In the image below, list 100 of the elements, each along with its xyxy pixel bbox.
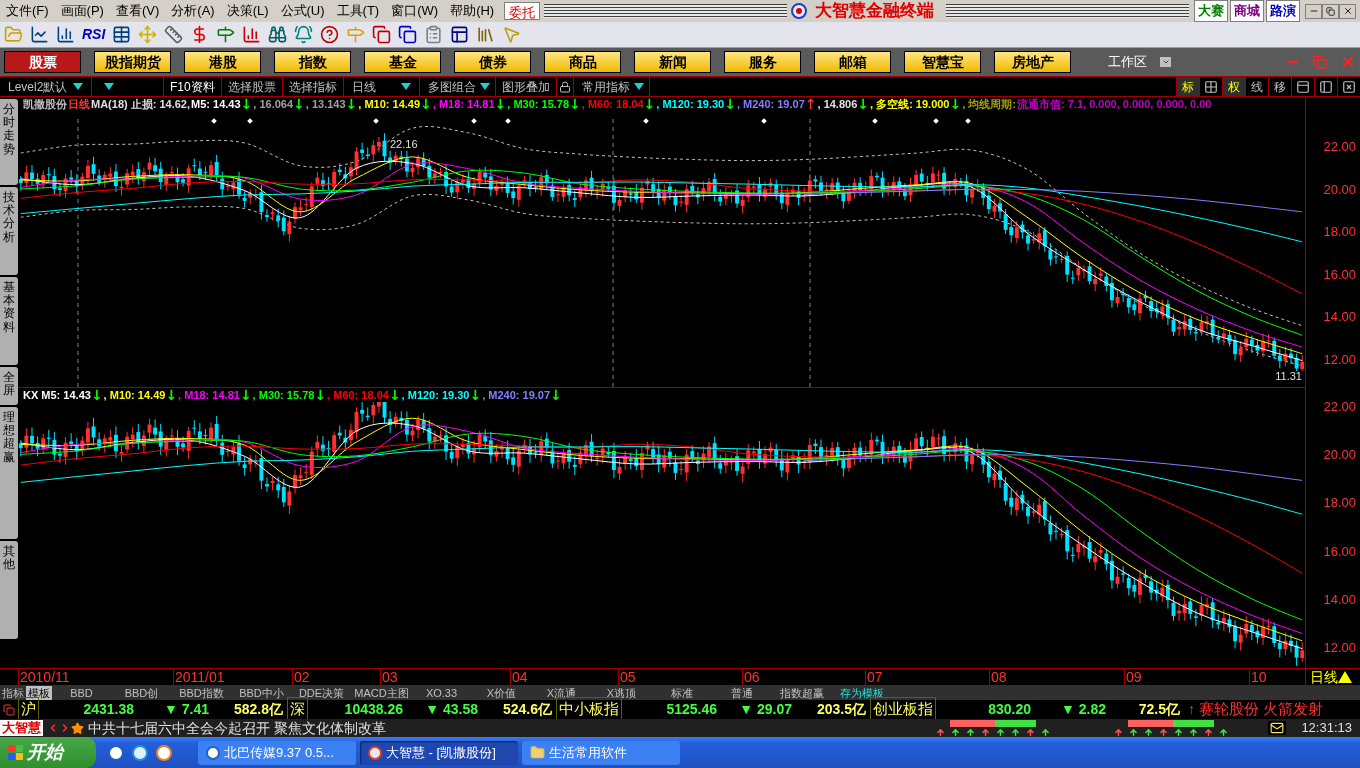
trend-arrows-icon — [936, 727, 1050, 737]
menu-item[interactable]: 分析(A) — [165, 1, 221, 21]
layout-icon[interactable] — [450, 25, 470, 44]
trend-arrow: ↓ — [494, 97, 507, 111]
trend-arrow: ↓ — [569, 97, 581, 111]
menu-item[interactable]: 文件(F) — [0, 1, 55, 21]
copy-icon[interactable] — [398, 25, 418, 44]
legend-item: , M60: 18.04 — [581, 98, 644, 110]
price-tick-label: 20.00 — [1323, 182, 1356, 196]
close-button[interactable] — [1339, 3, 1356, 19]
trend-arrow: ↓ — [239, 388, 252, 402]
copy-icon[interactable] — [372, 25, 392, 44]
title-link[interactable]: 路演 — [1266, 0, 1300, 22]
nav-tab[interactable]: 服务 — [724, 51, 801, 73]
title-link[interactable]: 大赛 — [1194, 0, 1228, 22]
question-icon[interactable] — [320, 25, 340, 44]
dropdown-triangle-icon[interactable] — [73, 83, 83, 90]
title-link[interactable]: 商城 — [1230, 0, 1264, 22]
bar-chart-icon[interactable] — [56, 25, 75, 44]
nav-tab[interactable]: 房地产 — [994, 51, 1071, 73]
side-tab[interactable]: 理想超赢 — [0, 407, 18, 539]
nav-tab[interactable]: 基金 — [364, 51, 441, 73]
menu-item[interactable]: 窗口(W) — [385, 1, 445, 21]
side-tab[interactable]: 全屏 — [0, 367, 18, 405]
dropdown[interactable]: Level2默认 — [0, 77, 92, 96]
binoculars-icon[interactable] — [268, 25, 288, 44]
clock-text: 12:31:13 — [1300, 719, 1353, 738]
line-chart-icon[interactable] — [30, 25, 49, 44]
price-tick-label: 22.00 — [1323, 400, 1356, 413]
legend-item: , M120: 19.30 — [656, 98, 725, 110]
chart-option-button[interactable]: 权 — [1222, 77, 1245, 96]
minimize-button[interactable] — [1305, 3, 1322, 19]
trade-button[interactable]: 委托 — [504, 2, 541, 20]
trend-arrow: ↓ — [420, 97, 432, 111]
date-axis-label: 2011/01 — [173, 669, 225, 685]
side-tab[interactable]: 技术分析 — [0, 187, 18, 275]
nav-tab[interactable]: 债券 — [454, 51, 531, 73]
window-icon[interactable] — [3, 703, 15, 716]
toolbar-button[interactable]: 图形叠加 — [495, 77, 557, 96]
toolbar-button[interactable]: 选择股票 — [221, 77, 283, 96]
nav-tab[interactable]: 邮箱 — [814, 51, 891, 73]
indicator-tab[interactable]: 指标 — [0, 686, 26, 700]
workspace-label[interactable]: 工作区 — [1108, 52, 1147, 72]
turnover-amount: 72.5亿 — [1137, 700, 1181, 719]
index-value: 830.20 — [987, 700, 1031, 719]
menu-item[interactable]: 画面(P) — [54, 1, 110, 21]
dropdown-triangle-icon[interactable] — [633, 83, 644, 90]
dropdown[interactable]: 多图组合 — [419, 77, 496, 96]
menu-item[interactable]: 决策(L) — [220, 1, 275, 21]
period-label[interactable]: 日线 — [1306, 666, 1338, 688]
alert-text: 赛轮股份 火箭发射 — [1199, 699, 1324, 720]
dropdown[interactable]: 常用指标 — [573, 77, 650, 96]
books-icon[interactable] — [476, 25, 496, 44]
rsi-tool-button[interactable]: RSI — [82, 24, 106, 45]
nav-tab[interactable]: 商品 — [544, 51, 621, 73]
date-axis-label: 2010/11 — [18, 669, 70, 685]
toolbar-button[interactable]: F10资料 — [164, 77, 222, 96]
side-tab[interactable]: 基本资料 — [0, 277, 18, 365]
taskbar-button[interactable]: 北巴传媒9.37 0.5... — [198, 740, 356, 765]
trend-arrow: ↓ — [90, 388, 103, 402]
taskbar-button[interactable]: 大智慧 - [凯撒股份] — [360, 740, 518, 765]
dropdown[interactable]: 日线 — [343, 77, 420, 96]
mail-icon[interactable] — [1268, 721, 1286, 735]
legend-item: , M240: 19.07 — [736, 98, 805, 110]
menu-item[interactable]: 公式(U) — [274, 1, 331, 21]
legend-item: , M18: 14.81 — [432, 98, 495, 110]
nav-tab[interactable]: 港股 — [184, 51, 261, 73]
menu-item[interactable]: 帮助(H) — [444, 1, 501, 21]
chart-option-button[interactable]: 移 — [1268, 77, 1291, 96]
index-change: ▼ 43.58 — [424, 700, 478, 719]
price-tick-label: 14.00 — [1323, 592, 1356, 606]
chart-option-button[interactable]: 线 — [1245, 77, 1268, 96]
menu-item[interactable]: 工具(T) — [330, 1, 386, 21]
nav-tab[interactable]: 新闻 — [634, 51, 711, 73]
nav-tab[interactable]: 股指期货 — [94, 51, 171, 73]
dropdown-triangle-icon[interactable] — [104, 83, 114, 90]
index-value: 2431.38 — [82, 700, 134, 719]
nav-tab[interactable]: 指数 — [274, 51, 351, 73]
menu-item[interactable]: 查看(V) — [109, 1, 166, 21]
price-tick-label: 18.00 — [1323, 496, 1356, 510]
table-icon[interactable] — [112, 25, 132, 44]
nav-tab[interactable]: 股票 — [4, 51, 81, 73]
side-tab[interactable]: 其他 — [0, 541, 18, 639]
price-tick-label: 16.00 — [1323, 544, 1356, 558]
taskbar-button[interactable]: 生活常用软件 — [522, 740, 680, 765]
toolbar-button[interactable]: 选择指标 — [282, 77, 344, 96]
legend-item: , 14.806 — [817, 98, 858, 110]
ruler-icon[interactable] — [164, 25, 184, 44]
side-tab[interactable]: 分时走势 — [0, 99, 18, 185]
restore-button[interactable] — [1322, 3, 1339, 19]
chart-option-button[interactable]: 标 — [1176, 77, 1199, 96]
legend-item: , 均线周期: — [962, 98, 1016, 110]
dropdown-triangle-icon[interactable] — [400, 83, 411, 90]
dropdown-icon[interactable] — [1160, 57, 1171, 67]
bell-icon[interactable] — [294, 25, 314, 44]
index-change: ▼ 7.41 — [163, 700, 209, 719]
clipboard-icon[interactable] — [424, 25, 444, 44]
nav-tab[interactable]: 智慧宝 — [904, 51, 981, 73]
dropdown-triangle-icon[interactable] — [479, 83, 490, 90]
star-icon — [71, 721, 84, 735]
